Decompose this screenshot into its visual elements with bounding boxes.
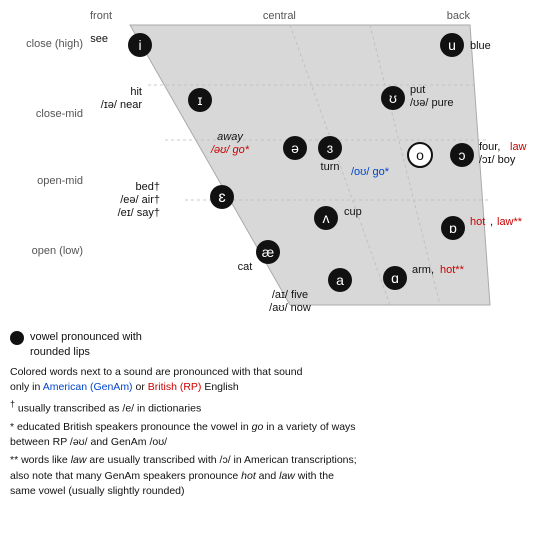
footnote-star: * educated British speakers pronounce th… (10, 420, 550, 450)
svg-text:a: a (336, 272, 344, 288)
svg-text:hot**: hot** (440, 264, 465, 276)
svg-text:/aɪ/ five: /aɪ/ five (272, 289, 308, 301)
footnote-colored: Colored words next to a sound are pronou… (10, 365, 550, 395)
svg-text:u: u (448, 37, 456, 53)
svg-text:cup: cup (344, 206, 362, 218)
svg-text:turn: turn (321, 161, 340, 173)
svg-text:see: see (90, 33, 108, 45)
footnote-dstar: ** words like law are usually transcribe… (10, 453, 550, 499)
svg-text:ʌ: ʌ (323, 210, 330, 226)
vowel-chart: front central back close (high) close-mi… (0, 0, 560, 320)
svg-text:,: , (490, 216, 493, 228)
svg-text:/aʊ/ now: /aʊ/ now (269, 302, 311, 314)
svg-text:/eɪ/ say†: /eɪ/ say† (118, 207, 160, 219)
svg-text:ɔ: ɔ (459, 147, 466, 163)
genAm-link: American (GenAm) (43, 381, 133, 393)
svg-text:hit: hit (130, 86, 142, 98)
svg-text:ɪ: ɪ (198, 92, 203, 108)
svg-text:bed†: bed† (136, 181, 160, 193)
vowel-chart-svg: i see u blue ɪ hit /ɪə/ near ʊ put /ʊə/ … (0, 0, 560, 325)
svg-text:/ʊə/ pure: /ʊə/ pure (410, 97, 454, 109)
svg-text:ɜ: ɜ (327, 140, 333, 156)
svg-text:/ɪə/ near: /ɪə/ near (101, 99, 143, 111)
legend-row: vowel pronounced withrounded lips (10, 330, 550, 361)
svg-text:ɑ: ɑ (391, 270, 399, 286)
footnote-dagger: † usually transcribed as /e/ in dictiona… (10, 398, 550, 417)
svg-text:law**: law** (497, 216, 523, 228)
legend-text: vowel pronounced withrounded lips (30, 330, 142, 361)
svg-text:/ɔɪ/ boy: /ɔɪ/ boy (479, 154, 516, 166)
svg-text:blue: blue (470, 40, 491, 52)
svg-text:arm,: arm, (412, 264, 434, 276)
svg-text:ʊ: ʊ (389, 90, 397, 106)
british-link: British (RP) (148, 381, 202, 393)
legend-area: vowel pronounced withrounded lips Colore… (10, 330, 550, 502)
svg-text:/eə/ air†: /eə/ air† (120, 194, 160, 206)
svg-text:i: i (138, 37, 141, 53)
svg-text:law: law (510, 141, 527, 153)
svg-text:away: away (217, 131, 244, 143)
svg-text:/əʊ/ go*: /əʊ/ go* (210, 144, 250, 156)
svg-text:put: put (410, 84, 425, 96)
svg-text:cat: cat (238, 261, 253, 273)
svg-text:ɒ: ɒ (449, 220, 457, 236)
legend-circle (10, 331, 24, 345)
svg-text:four,: four, (479, 141, 500, 153)
svg-text:o: o (416, 147, 424, 163)
svg-text:hot: hot (470, 216, 485, 228)
svg-text:æ: æ (262, 244, 274, 260)
svg-text:ə: ə (291, 140, 299, 156)
svg-text:/oʊ/ go*: /oʊ/ go* (351, 166, 390, 178)
svg-text:ɛ: ɛ (218, 189, 225, 206)
